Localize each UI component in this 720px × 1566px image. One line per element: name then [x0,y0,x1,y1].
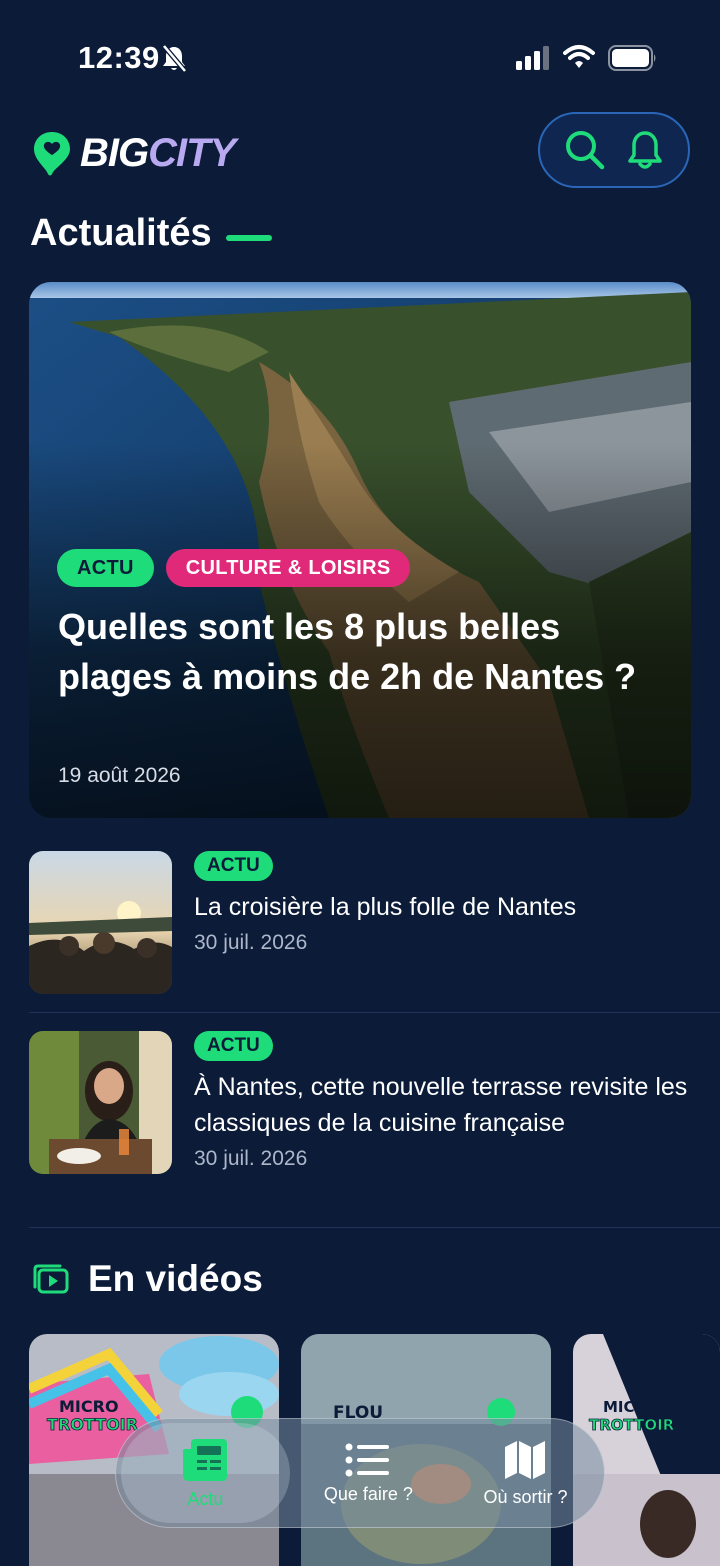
bottom-navigation: Actu Que faire ? Où sortir ? [115,1418,605,1528]
title-accent-dash [225,234,272,241]
article-body: ACTU La croisière la plus folle de Nante… [194,851,691,955]
wifi-icon [563,45,595,68]
nav-label: Actu [187,1488,224,1509]
logo-text-city: CITY [148,130,236,175]
signal-icon [516,46,549,70]
tag-actu[interactable]: ACTU [57,549,154,587]
article-thumbnail [29,851,172,994]
logo-text-big: BIG [80,130,149,175]
video-card-label-2: TROTTOIR [47,1415,138,1434]
videos-section-title: En vidéos [88,1258,263,1299]
divider [29,1227,720,1228]
article-date: 30 juil. 2026 [194,931,308,954]
hero-article-date: 19 août 2026 [58,764,181,787]
nav-item-actu[interactable]: Actu [121,1423,290,1523]
article-body: ACTU À Nantes, cette nouvelle terrasse r… [194,1031,691,1171]
hero-tags: ACTU CULTURE & LOISIRS [57,549,411,587]
status-bar: 12:39 [0,0,720,110]
nav-label: Que faire ? [323,1483,413,1504]
article-title: La croisière la plus folle de Nantes [194,893,577,921]
tag-actu[interactable]: ACTU [194,1031,273,1061]
video-play-icon [33,1264,69,1294]
newspaper-icon [183,1438,228,1481]
article-title: À Nantes, cette nouvelle terrasse revisi… [194,1073,688,1137]
list-icon [345,1443,390,1476]
bell-icon[interactable] [625,129,665,171]
header-actions [538,112,690,188]
video-card-label-1: MICRO [603,1398,659,1416]
list-item[interactable]: ACTU La croisière la plus folle de Nante… [29,851,691,994]
section-title: Actualités [30,212,212,254]
location-pin-icon [34,132,70,176]
bell-off-icon [162,44,187,73]
list-item[interactable]: ACTU À Nantes, cette nouvelle terrasse r… [29,1031,691,1211]
battery-icon [608,45,656,71]
nav-label: Où sortir ? [483,1486,568,1507]
tag-culture-loisirs[interactable]: CULTURE & LOISIRS [165,549,411,587]
article-date: 30 juil. 2026 [194,1147,308,1170]
nav-item-ou-sortir[interactable]: Où sortir ? [447,1418,604,1528]
section-header-actualites: Actualités [30,212,272,255]
featured-article-card[interactable]: ACTU CULTURE & LOISIRS Quelles sont les … [29,282,691,818]
video-card-label-1: MICRO [59,1397,119,1416]
nav-item-que-faire[interactable]: Que faire ? [290,1418,447,1528]
search-icon[interactable] [564,129,606,171]
divider [29,1012,720,1013]
map-icon [505,1440,546,1479]
bigcity-logo[interactable]: BIGCITY [32,130,236,176]
app-header: BIGCITY [0,110,720,200]
section-header-videos: En vidéos [32,1258,263,1300]
hero-article-title: Quelles sont les 8 plus belles plages à … [58,606,637,697]
tag-actu[interactable]: ACTU [194,851,273,881]
status-time: 12:39 [78,40,160,75]
article-thumbnail [29,1031,172,1174]
